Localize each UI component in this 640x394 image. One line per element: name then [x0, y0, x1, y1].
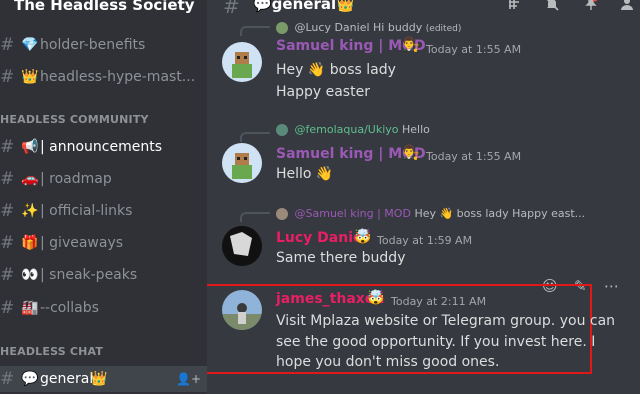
crown-icon: 👑 [90, 371, 108, 387]
reply-spine [240, 26, 270, 36]
message-text: see the good opportunity. If you invest … [276, 334, 596, 350]
server-name: The Headless Society [14, 0, 195, 14]
avatar [276, 208, 288, 220]
hash-icon: # [0, 265, 15, 285]
sidebar-item-label: --collabs [40, 300, 99, 316]
reply-spine [240, 132, 270, 142]
hash-icon: # [0, 35, 15, 55]
sidebar-item-roadmap[interactable]: # 🚗 | roadmap [0, 166, 207, 192]
gift-icon: 🎁 [21, 235, 39, 251]
category-headless-community[interactable]: HEADLESS COMMUNITY [0, 113, 149, 126]
sidebar-item-headless-hype[interactable]: # 👑 headless-hype-mast... [0, 64, 207, 90]
avatar[interactable] [222, 290, 262, 330]
sidebar-item-giveaways[interactable]: # 🎁 | giveaways [0, 230, 207, 256]
hash-icon: # [0, 137, 15, 157]
crown-icon: 👑 [21, 69, 39, 85]
sidebar-item-official-links[interactable]: # ✨ | official-links [0, 198, 207, 224]
exploding-head-icon: 🤯 [354, 229, 372, 245]
channel-title: 💬general👑 [253, 0, 355, 13]
reply-preview[interactable]: @Samuel king | MOD Hey 👋 boss lady Happy… [276, 207, 585, 220]
avatar[interactable] [222, 143, 262, 183]
threads-icon[interactable] [507, 0, 523, 12]
hash-icon: # [0, 201, 15, 221]
hash-icon: # [0, 298, 15, 318]
hash-icon: # [0, 67, 15, 87]
reply-spine [240, 212, 270, 222]
gem-icon: 💎 [21, 37, 39, 53]
sidebar-item-holder-benefits[interactable]: # 💎 holder-benefits [0, 32, 207, 58]
sidebar-item-general[interactable]: # 💬 general 👑 👤+ [0, 366, 207, 392]
megaphone-icon: 📢 [21, 139, 39, 155]
eyes-icon: 👀 [21, 267, 39, 283]
judge-icon: 👨‍⚖️ [402, 145, 420, 161]
avatar [276, 22, 288, 34]
sidebar-item-sneak-peaks[interactable]: # 👀 | sneak-peaks [0, 262, 207, 288]
channel-header: # 💬general👑 [207, 0, 640, 18]
sidebar-item-label: headless-hype-mast... [40, 69, 196, 85]
avatar[interactable] [222, 42, 262, 82]
sidebar-item-announcements[interactable]: # 📢 | announcements [0, 134, 207, 160]
sidebar-item-label: | giveaways [40, 235, 124, 251]
sparkles-icon: ✨ [21, 203, 39, 219]
exploding-head-icon: 🤯 [367, 290, 385, 306]
timestamp: Today at 2:11 AM [391, 295, 487, 308]
reply-text: Hello [402, 123, 430, 136]
reply-preview[interactable]: @femolaqua/Ukiyo Hello [276, 123, 430, 136]
reply-author: @Samuel king | MOD [294, 207, 411, 220]
add-member-icon[interactable]: 👤+ [176, 372, 201, 386]
message-text: Happy easter [276, 84, 370, 100]
message-text: hope you don't miss good ones. [276, 354, 500, 370]
timestamp: Today at 1:59 AM [377, 234, 473, 247]
timestamp: Today at 1:55 AM [426, 150, 522, 163]
reply-text: Hi buddy [373, 21, 423, 34]
members-icon[interactable] [619, 0, 635, 12]
timestamp: Today at 1:55 AM [426, 43, 522, 56]
message-text: Same there buddy [276, 250, 406, 266]
chevron-down-icon[interactable]: ⌄ [175, 0, 186, 9]
sidebar-item-label: general [40, 371, 94, 387]
factory-icon: 🏭 [21, 300, 39, 316]
sidebar-item-collabs[interactable]: # 🏭 --collabs [0, 295, 207, 321]
channel-sidebar: The Headless Society ⌄ # 💎 holder-benefi… [0, 0, 207, 394]
edited-label: (edited) [425, 24, 462, 34]
sidebar-item-label: holder-benefits [40, 37, 146, 53]
sidebar-item-label: | roadmap [40, 171, 112, 187]
hash-icon: # [0, 369, 15, 389]
car-icon: 🚗 [21, 171, 39, 187]
reply-text: Hey 👋 boss lady Happy east... [414, 207, 586, 220]
message-text: Hello 👋 [276, 166, 334, 182]
avatar[interactable] [222, 226, 262, 266]
hash-icon: # [0, 169, 15, 189]
message-text: Hey 👋 boss lady [276, 62, 396, 78]
message-text: Visit Mplaza website or Telegram group. … [276, 313, 616, 329]
pin-icon[interactable] [583, 0, 599, 12]
sidebar-item-label: | announcements [40, 139, 163, 155]
avatar [276, 124, 288, 136]
sidebar-item-label: | official-links [40, 203, 133, 219]
more-icon[interactable]: ⋯ [604, 277, 619, 295]
server-header[interactable]: The Headless Society ⌄ [0, 0, 207, 18]
hash-icon: # [223, 0, 240, 18]
reply-author: @femolaqua/Ukiyo [294, 123, 399, 136]
reply-preview[interactable]: @Lucy Daniel Hi buddy (edited) [276, 21, 461, 34]
speech-bubble-icon: 💬 [21, 371, 39, 387]
bell-muted-icon[interactable] [544, 0, 560, 12]
chat-area: # 💬general👑 @Lucy Daniel Hi buddy (edite… [207, 0, 640, 394]
hash-icon: # [0, 233, 15, 253]
category-headless-chat[interactable]: HEADLESS CHAT [0, 345, 103, 358]
judge-icon: 👨‍⚖️ [402, 37, 420, 53]
sidebar-item-label: | sneak-peaks [40, 267, 138, 283]
reply-author: @Lucy Daniel [294, 21, 370, 34]
